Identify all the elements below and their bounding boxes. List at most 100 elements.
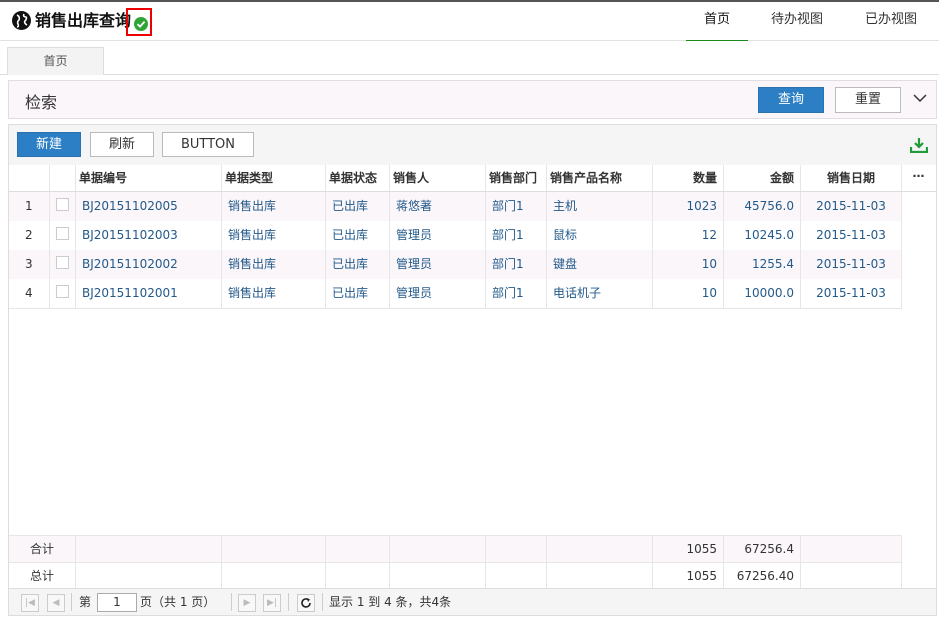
tab-bar: 首页 [0,41,939,75]
empty-cell [222,563,326,590]
row-checkbox[interactable] [50,192,76,221]
cell-product: 键盘 [547,250,653,279]
row-checkbox[interactable] [50,279,76,308]
cell-dept: 部门1 [486,221,547,250]
row-number: 1 [9,192,50,221]
status-indicator[interactable] [126,8,152,36]
header-qty[interactable]: 数量 [653,165,724,191]
cell-seller: 管理员 [390,279,486,308]
empty-cell [547,563,653,590]
more-columns-icon[interactable]: ⋯ [902,165,936,192]
nav-done-view[interactable]: 已办视图 [856,2,926,40]
download-icon[interactable] [909,137,929,156]
first-page-icon[interactable]: |◀ [21,594,39,612]
row-number: 2 [9,221,50,250]
cell-product: 电话机子 [547,279,653,308]
row-checkbox[interactable] [50,221,76,250]
cell-qty: 12 [653,221,724,250]
pagination-bar: |◀ ◀ 第 1 页（共 1 页） ▶ ▶| 显示 1 到 4 条，共4条 [9,588,936,615]
cell-date: 2015-11-03 [801,221,902,250]
subtotal-label: 合计 [9,536,76,563]
search-title: 检索 [25,93,58,112]
header-dept[interactable]: 销售部门 [486,165,547,191]
subtotal-amount: 67256.4 [724,536,801,563]
empty-cell [326,536,390,563]
cell-date: 2015-11-03 [801,279,902,308]
header-date[interactable]: 销售日期 [801,165,902,191]
header-product[interactable]: 销售产品名称 [547,165,653,191]
row-number: 4 [9,279,50,308]
page-number-input[interactable]: 1 [97,593,137,612]
row-checkbox[interactable] [50,250,76,279]
next-page-icon[interactable]: ▶ [238,594,256,612]
pager-summary: 显示 1 到 4 条，共4条 [329,595,452,609]
table-row[interactable]: 3 BJ20151102002 销售出库 已出库 管理员 部门1 键盘 10 1… [9,250,902,280]
empty-cell [801,563,902,590]
separator [231,593,232,611]
subtotal-qty: 1055 [653,536,724,563]
new-button[interactable]: 新建 [17,132,81,157]
empty-cell [390,563,486,590]
header-select [50,165,76,191]
empty-cell [547,536,653,563]
nav-home[interactable]: 首页 [686,2,748,43]
cell-code[interactable]: BJ20151102003 [76,221,222,250]
cell-seller: 管理员 [390,221,486,250]
cell-seller: 管理员 [390,250,486,279]
tab-home[interactable]: 首页 [7,47,104,75]
header-type[interactable]: 单据类型 [222,165,326,191]
cell-qty: 10 [653,250,724,279]
table-row[interactable]: 1 BJ20151102005 销售出库 已出库 蒋悠著 部门1 主机 1023… [9,192,902,222]
empty-cell [76,563,222,590]
total-amount: 67256.40 [724,563,801,590]
header-amount[interactable]: 金额 [724,165,801,191]
cell-type: 销售出库 [222,250,326,279]
app-header: 销售出库查询 首页 待办视图 已办视图 [0,2,939,43]
cell-type: 销售出库 [222,279,326,308]
cell-date: 2015-11-03 [801,192,902,221]
table-row[interactable]: 4 BJ20151102001 销售出库 已出库 管理员 部门1 电话机子 10… [9,279,902,309]
cell-type: 销售出库 [222,192,326,221]
cell-status: 已出库 [326,192,390,221]
cell-code[interactable]: BJ20151102001 [76,279,222,308]
refresh-button[interactable]: 刷新 [90,132,154,157]
cell-qty: 1023 [653,192,724,221]
row-number: 3 [9,250,50,279]
empty-cell [326,563,390,590]
reset-button[interactable]: 重置 [835,87,901,113]
refresh-icon[interactable] [297,594,315,612]
table-row[interactable]: 2 BJ20151102003 销售出库 已出库 管理员 部门1 鼠标 12 1… [9,221,902,251]
generic-button[interactable]: BUTTON [162,132,254,157]
cell-type: 销售出库 [222,221,326,250]
cell-code[interactable]: BJ20151102002 [76,250,222,279]
cell-product: 主机 [547,192,653,221]
last-page-icon[interactable]: ▶| [263,594,281,612]
empty-cell [486,563,547,590]
cell-dept: 部门1 [486,279,547,308]
total-row: 总计 1055 67256.40 [9,562,902,590]
total-label: 总计 [9,563,76,590]
cell-status: 已出库 [326,221,390,250]
cell-code[interactable]: BJ20151102005 [76,192,222,221]
cell-amount: 10245.0 [724,221,801,250]
empty-cell [390,536,486,563]
page-prefix: 第 [79,595,92,609]
cell-seller: 蒋悠著 [390,192,486,221]
header-seller[interactable]: 销售人 [390,165,486,191]
cell-amount: 45756.0 [724,192,801,221]
cell-dept: 部门1 [486,250,547,279]
check-circle-icon [134,17,148,31]
chevron-down-icon[interactable] [912,90,928,109]
header-rownum [9,165,50,191]
cell-date: 2015-11-03 [801,250,902,279]
separator [322,593,323,611]
nav-todo-view[interactable]: 待办视图 [762,2,832,40]
search-panel: 检索 查询 重置 [8,80,937,119]
cell-amount: 10000.0 [724,279,801,308]
cell-status: 已出库 [326,279,390,308]
prev-page-icon[interactable]: ◀ [47,594,65,612]
header-status[interactable]: 单据状态 [326,165,390,191]
query-button[interactable]: 查询 [758,87,824,113]
header-code[interactable]: 单据编号 [76,165,222,191]
grid-toolbar: 新建 刷新 BUTTON [9,125,936,165]
